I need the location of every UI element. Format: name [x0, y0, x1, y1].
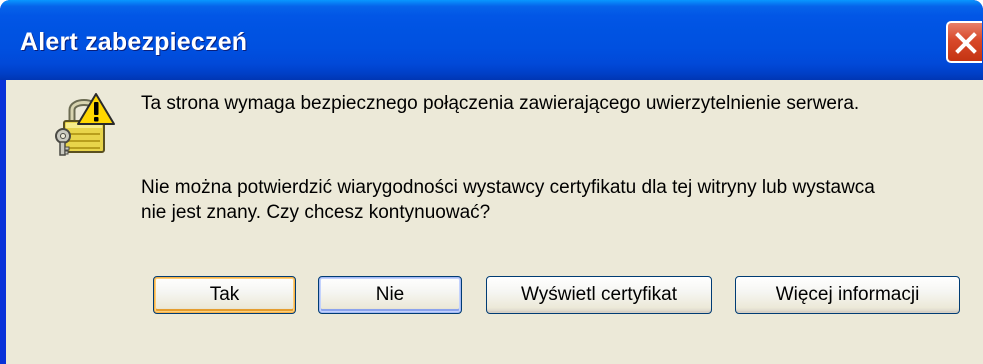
- security-alert-dialog: Alert zabezpieczeń Ta strona wymaga bezp…: [0, 0, 983, 364]
- message-line-2b: nie jest znany. Czy chcesz kontynuować?: [141, 202, 491, 223]
- message-line-1: Ta strona wymaga bezpiecznego połączenia…: [141, 93, 860, 114]
- security-lock-warning-icon: [55, 93, 115, 156]
- window-title: Alert zabezpieczeń: [20, 28, 248, 56]
- title-bar[interactable]: Alert zabezpieczeń: [0, 0, 983, 80]
- close-icon: [955, 32, 977, 54]
- more-info-button[interactable]: Więcej informacji: [735, 276, 960, 314]
- view-certificate-button[interactable]: Wyświetl certyfikat: [486, 276, 712, 314]
- dialog-body: Ta strona wymaga bezpiecznego połączenia…: [6, 80, 983, 364]
- no-button[interactable]: Nie: [318, 276, 462, 314]
- message-line-2a: Nie można potwierdzić wiarygodności wyst…: [141, 177, 875, 198]
- close-button[interactable]: [946, 21, 982, 63]
- message-line-2: Nie można potwierdzić wiarygodności wyst…: [141, 175, 875, 225]
- yes-button[interactable]: Tak: [153, 276, 296, 314]
